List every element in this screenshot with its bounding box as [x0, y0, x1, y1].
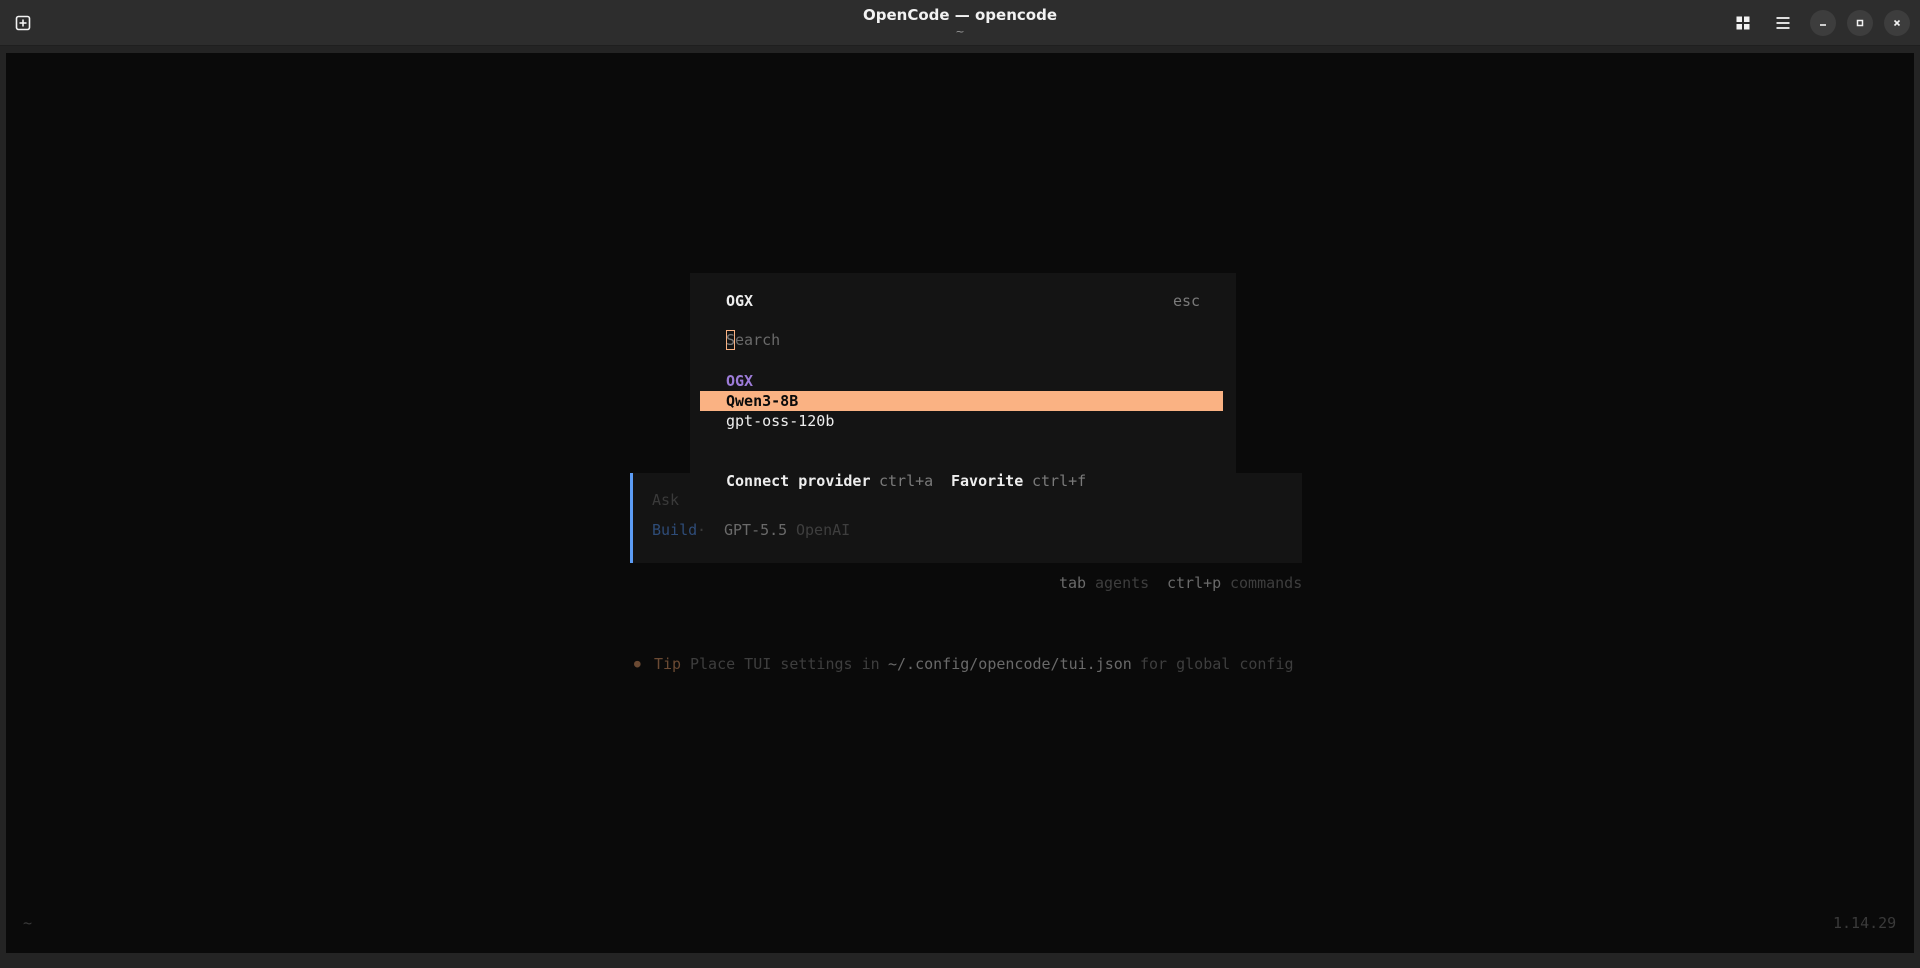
favorite-shortcut: ctrl+f [1032, 472, 1087, 490]
version-label: 1.14.29 [1833, 914, 1897, 932]
close-button[interactable] [1884, 10, 1910, 36]
list-item-label: gpt-oss-120b [726, 412, 835, 430]
cwd-label: ~ [23, 914, 33, 932]
list-item-selected[interactable]: Qwen3-8B [700, 391, 1223, 411]
prompt-placeholder: Ask [652, 491, 680, 509]
provider-label: OpenAI [796, 521, 851, 539]
provider-group-label: OGX [726, 372, 754, 390]
favorite-label: Favorite [951, 472, 1024, 490]
connect-provider-shortcut: ctrl+a [879, 472, 934, 490]
commands-hint-label: commands [1230, 574, 1303, 592]
agents-hint-key: tab [1059, 574, 1087, 592]
grid-icon [1736, 16, 1750, 30]
maximize-icon [1856, 19, 1864, 27]
hamburger-icon [1776, 17, 1790, 29]
window-subtitle: ~ [955, 25, 965, 38]
close-icon [1893, 19, 1901, 27]
commands-hint-key: ctrl+p [1167, 574, 1222, 592]
search-input[interactable]: S earch [726, 329, 1196, 351]
minimize-icon [1820, 24, 1826, 26]
window-titlebar: OpenCode — opencode ~ [0, 0, 1920, 46]
connect-provider-action[interactable]: Connect provider ctrl+a [726, 471, 936, 491]
minimize-button[interactable] [1810, 10, 1836, 36]
dialog-close-hint[interactable]: esc [1173, 291, 1200, 311]
tip-path: ~/.config/opencode/tui.json [888, 655, 1132, 673]
list-item-label: Qwen3-8B [726, 392, 799, 410]
tip-text-after: for global config [1140, 655, 1294, 673]
model-select-dialog: OGX esc S earch OGX Qwen3-8B gpt-oss-120… [690, 273, 1236, 513]
dialog-title: OGX [726, 292, 754, 310]
window-title: OpenCode — opencode [862, 6, 1057, 24]
agent-label: Build [652, 521, 698, 539]
agents-hint-label: agents [1095, 574, 1150, 592]
tip-label: Tip [654, 655, 682, 673]
agent-separator: · [697, 521, 707, 539]
terminal-area[interactable]: Ask Build · GPT-5.5 OpenAI tab agents ct… [6, 53, 1914, 953]
search-cursor: S [726, 330, 736, 350]
connect-provider-label: Connect provider [726, 472, 871, 490]
grid-view-button[interactable] [1728, 8, 1758, 38]
tip-bullet-icon: ● [634, 657, 641, 670]
list-item[interactable]: gpt-oss-120b [700, 411, 1223, 431]
favorite-action[interactable]: Favorite ctrl+f [951, 471, 1091, 491]
maximize-button[interactable] [1847, 10, 1873, 36]
menu-button[interactable] [1768, 8, 1798, 38]
model-label: GPT-5.5 [724, 521, 788, 539]
tip-text-before: Place TUI settings in [690, 655, 880, 673]
